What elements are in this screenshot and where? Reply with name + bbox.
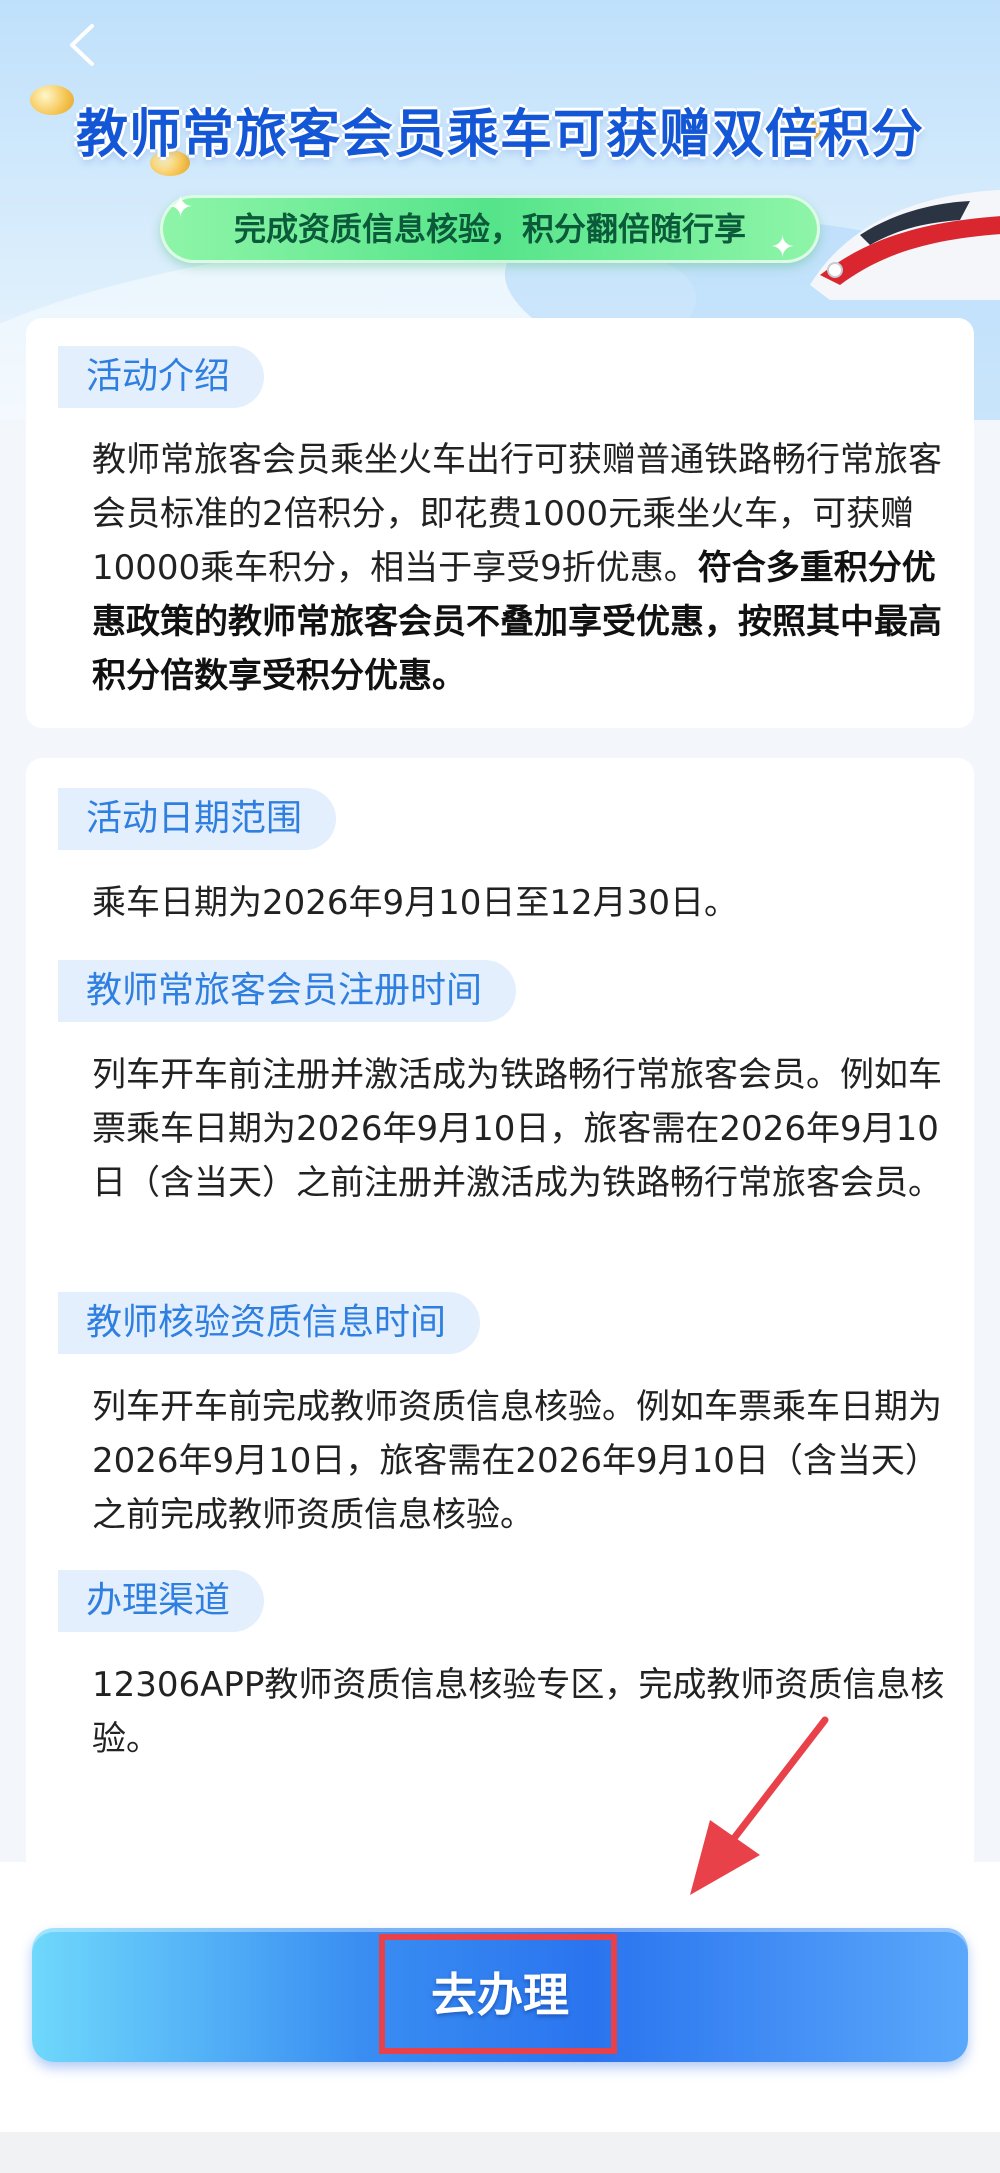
highlight-box <box>379 1934 617 2054</box>
footer-strip <box>0 2132 1000 2173</box>
intro-text: 教师常旅客会员乘坐火车出行可获赠普通铁路畅行常旅客会员标准的2倍积分，即花费10… <box>92 433 952 703</box>
section-text: 乘车日期为2026年9月10日至12月30日。 <box>92 883 738 923</box>
section-text: 列车开车前注册并激活成为铁路畅行常旅客会员。例如车票乘车日期为2026年9月10… <box>92 1055 942 1203</box>
sparkle-icon: ✦ <box>168 190 194 225</box>
sparkle-icon: ✦ <box>770 230 796 265</box>
section-tag: 办理渠道 <box>58 1570 265 1632</box>
section-tag: 教师常旅客会员注册时间 <box>58 960 517 1022</box>
subtitle-text: 完成资质信息核验，积分翻倍随行享 <box>233 210 746 248</box>
section-tag: 活动日期范围 <box>58 788 337 850</box>
chevron-left-icon[interactable] <box>60 20 110 70</box>
details-card: 活动日期范围 乘车日期为2026年9月10日至12月30日。 教师常旅客会员注册… <box>26 758 974 1878</box>
pointer-arrow-icon <box>690 1716 829 1895</box>
section-tag: 教师核验资质信息时间 <box>58 1292 481 1354</box>
train-illustration <box>810 190 1000 300</box>
section-tag: 活动介绍 <box>58 346 265 408</box>
intro-card: 活动介绍 教师常旅客会员乘坐火车出行可获赠普通铁路畅行常旅客会员标准的2倍积分，… <box>26 318 974 728</box>
section-text: 列车开车前完成教师资质信息核验。例如车票乘车日期为2026年9月10日，旅客需在… <box>92 1387 942 1535</box>
subtitle-pill: 完成资质信息核验，积分翻倍随行享 <box>160 195 820 263</box>
page-title: 教师常旅客会员乘车可获赠双倍积分 <box>75 105 924 165</box>
